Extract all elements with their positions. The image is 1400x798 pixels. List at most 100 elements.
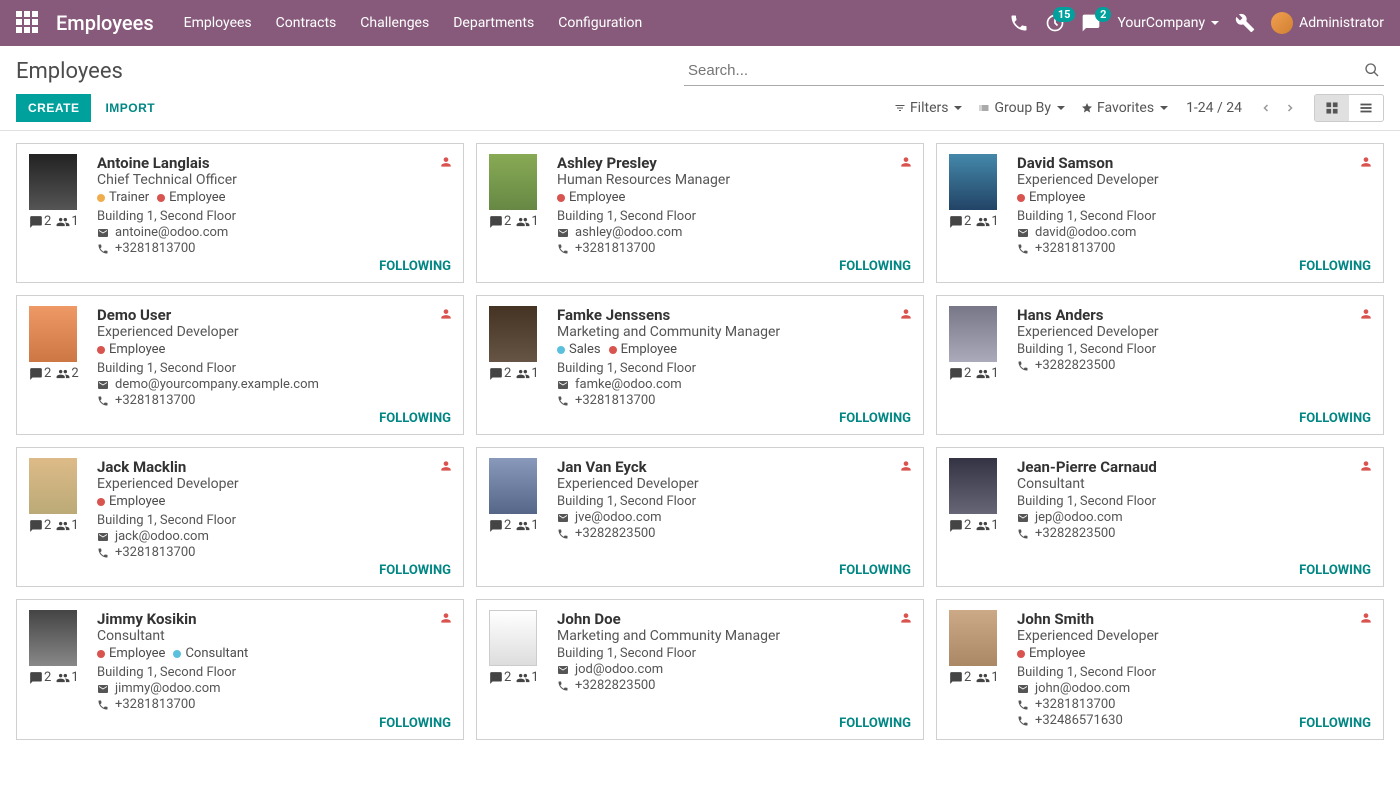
employee-name: Jean-Pierre Carnaud bbox=[1017, 458, 1371, 476]
employee-job-title: Marketing and Community Manager bbox=[557, 324, 911, 340]
search-icon[interactable] bbox=[1364, 62, 1380, 78]
related-user-icon[interactable] bbox=[899, 458, 913, 474]
related-user-icon[interactable] bbox=[1359, 306, 1373, 322]
nav-item-employees[interactable]: Employees bbox=[184, 15, 252, 31]
employee-job-title: Experienced Developer bbox=[1017, 628, 1371, 644]
messages-badge: 2 bbox=[1095, 7, 1111, 22]
employee-location: Building 1, Second Floor bbox=[557, 646, 911, 661]
messages-icon[interactable]: 2 bbox=[1081, 13, 1101, 33]
following-button[interactable]: FOLLOWING bbox=[839, 259, 911, 274]
related-user-icon[interactable] bbox=[1359, 610, 1373, 626]
employee-tags: EmployeeConsultant bbox=[97, 646, 451, 661]
related-user-icon[interactable] bbox=[899, 154, 913, 170]
following-button[interactable]: FOLLOWING bbox=[839, 411, 911, 426]
pager-prev[interactable] bbox=[1260, 100, 1272, 116]
nav-item-challenges[interactable]: Challenges bbox=[360, 15, 429, 31]
employee-job-title: Experienced Developer bbox=[1017, 324, 1371, 340]
employee-location: Building 1, Second Floor bbox=[1017, 494, 1371, 509]
main-menu: Employees Contracts Challenges Departments C… bbox=[184, 15, 1010, 31]
related-user-icon[interactable] bbox=[439, 610, 453, 626]
related-user-icon[interactable] bbox=[439, 154, 453, 170]
employee-avatar bbox=[489, 610, 537, 666]
employee-email: jimmy@odoo.com bbox=[97, 681, 451, 696]
employee-card[interactable]: 21David SamsonExperienced DeveloperEmplo… bbox=[936, 143, 1384, 283]
following-button[interactable]: FOLLOWING bbox=[1299, 259, 1371, 274]
related-user-icon[interactable] bbox=[439, 458, 453, 474]
related-user-icon[interactable] bbox=[1359, 458, 1373, 474]
filters-dropdown[interactable]: Filters bbox=[894, 100, 963, 116]
import-button[interactable]: IMPORT bbox=[105, 101, 155, 115]
employee-card[interactable]: 21Jan Van EyckExperienced DeveloperBuild… bbox=[476, 447, 924, 587]
nav-item-departments[interactable]: Departments bbox=[453, 15, 534, 31]
employee-name: David Samson bbox=[1017, 154, 1371, 172]
employee-card[interactable]: 21Jimmy KosikinConsultantEmployeeConsult… bbox=[16, 599, 464, 740]
activity-counts: 21 bbox=[29, 518, 85, 533]
employee-avatar bbox=[949, 154, 997, 210]
apps-icon[interactable] bbox=[16, 11, 40, 35]
employee-phone: +3281813700 bbox=[97, 545, 451, 560]
employee-phone: +3281813700 bbox=[97, 241, 451, 256]
kanban-view-button[interactable] bbox=[1315, 95, 1349, 121]
related-user-icon[interactable] bbox=[899, 610, 913, 626]
following-button[interactable]: FOLLOWING bbox=[379, 411, 451, 426]
employee-card[interactable]: 21John SmithExperienced DeveloperEmploye… bbox=[936, 599, 1384, 740]
employee-card[interactable]: 21Ashley PresleyHuman Resources ManagerE… bbox=[476, 143, 924, 283]
employee-name: Antoine Langlais bbox=[97, 154, 451, 172]
employee-name: Jan Van Eyck bbox=[557, 458, 911, 476]
employee-location: Building 1, Second Floor bbox=[557, 494, 911, 509]
employee-email: antoine@odoo.com bbox=[97, 225, 451, 240]
employee-phone: +3281813700 bbox=[97, 393, 451, 408]
related-user-icon[interactable] bbox=[1359, 154, 1373, 170]
employee-email: demo@yourcompany.example.com bbox=[97, 377, 451, 392]
create-button[interactable]: CREATE bbox=[16, 94, 91, 122]
debug-icon[interactable] bbox=[1235, 13, 1255, 33]
employee-location: Building 1, Second Floor bbox=[97, 209, 451, 224]
favorites-dropdown[interactable]: Favorites bbox=[1081, 100, 1168, 116]
groupby-dropdown[interactable]: Group By bbox=[978, 100, 1065, 116]
activity-icon[interactable]: 15 bbox=[1045, 13, 1065, 33]
pager-next[interactable] bbox=[1284, 100, 1296, 116]
list-view-button[interactable] bbox=[1349, 95, 1383, 121]
employee-avatar bbox=[949, 458, 997, 514]
employee-card[interactable]: 22Demo UserExperienced DeveloperEmployee… bbox=[16, 295, 464, 435]
employee-card[interactable]: 21Antoine LanglaisChief Technical Office… bbox=[16, 143, 464, 283]
user-menu[interactable]: Administrator bbox=[1271, 12, 1384, 34]
nav-item-contracts[interactable]: Contracts bbox=[276, 15, 337, 31]
employee-card[interactable]: 21Jean-Pierre CarnaudConsultantBuilding … bbox=[936, 447, 1384, 587]
employee-location: Building 1, Second Floor bbox=[97, 513, 451, 528]
company-switcher[interactable]: YourCompany bbox=[1117, 15, 1219, 31]
following-button[interactable]: FOLLOWING bbox=[1299, 411, 1371, 426]
following-button[interactable]: FOLLOWING bbox=[379, 563, 451, 578]
activity-badge: 15 bbox=[1053, 7, 1076, 22]
activity-counts: 21 bbox=[489, 366, 545, 381]
employee-card[interactable]: 21Jack MacklinExperienced DeveloperEmplo… bbox=[16, 447, 464, 587]
company-name: YourCompany bbox=[1117, 15, 1205, 31]
employee-email: jep@odoo.com bbox=[1017, 510, 1371, 525]
search-input[interactable] bbox=[684, 56, 1384, 85]
related-user-icon[interactable] bbox=[439, 306, 453, 322]
employee-phone: +3282823500 bbox=[1017, 358, 1371, 373]
activity-counts: 22 bbox=[29, 366, 85, 381]
nav-item-configuration[interactable]: Configuration bbox=[558, 15, 642, 31]
employee-card[interactable]: 21Hans AndersExperienced DeveloperBuildi… bbox=[936, 295, 1384, 435]
employee-phone: +3281813700 bbox=[1017, 697, 1371, 712]
following-button[interactable]: FOLLOWING bbox=[379, 259, 451, 274]
activity-counts: 21 bbox=[29, 670, 85, 685]
employee-email: david@odoo.com bbox=[1017, 225, 1371, 240]
employee-email: john@odoo.com bbox=[1017, 681, 1371, 696]
employee-card[interactable]: 21John DoeMarketing and Community Manage… bbox=[476, 599, 924, 740]
employee-phone: +3282823500 bbox=[557, 678, 911, 693]
employee-tags: Employee bbox=[97, 342, 451, 357]
phone-icon[interactable] bbox=[1009, 13, 1029, 33]
pager: 1-24 / 24 bbox=[1186, 100, 1242, 116]
following-button[interactable]: FOLLOWING bbox=[1299, 716, 1371, 731]
employee-avatar bbox=[29, 154, 77, 210]
following-button[interactable]: FOLLOWING bbox=[1299, 563, 1371, 578]
following-button[interactable]: FOLLOWING bbox=[839, 563, 911, 578]
employee-card[interactable]: 21Famke JenssensMarketing and Community … bbox=[476, 295, 924, 435]
employee-location: Building 1, Second Floor bbox=[1017, 209, 1371, 224]
related-user-icon[interactable] bbox=[899, 306, 913, 322]
following-button[interactable]: FOLLOWING bbox=[379, 716, 451, 731]
following-button[interactable]: FOLLOWING bbox=[839, 716, 911, 731]
activity-counts: 21 bbox=[949, 670, 1005, 685]
